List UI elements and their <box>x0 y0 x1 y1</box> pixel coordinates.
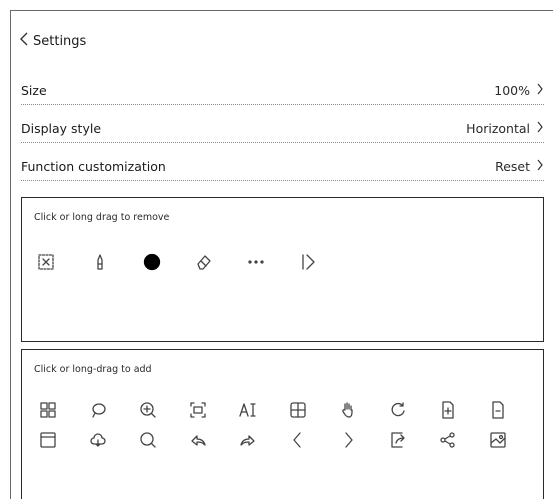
pen-icon[interactable] <box>88 250 112 274</box>
share-icon[interactable] <box>436 428 460 452</box>
previous-icon[interactable] <box>286 428 310 452</box>
page-title: Settings <box>33 33 87 49</box>
page-icon[interactable] <box>486 398 510 422</box>
zoom-in-icon[interactable] <box>136 398 160 422</box>
chevron-left-icon <box>19 31 29 51</box>
back-button[interactable]: Settings <box>19 31 86 51</box>
grid-icon[interactable] <box>36 398 60 422</box>
more-icon[interactable] <box>244 250 268 274</box>
size-label: Size <box>21 83 47 98</box>
refresh-icon[interactable] <box>386 398 410 422</box>
chevron-right-icon <box>530 121 544 136</box>
add-panel: Click or long-drag to add <box>21 349 544 499</box>
search-icon[interactable] <box>136 428 160 452</box>
add-page-icon[interactable] <box>436 398 460 422</box>
remove-panel: Click or long drag to remove <box>21 197 544 342</box>
export-icon[interactable] <box>386 428 410 452</box>
size-value: 100% <box>494 83 530 98</box>
collapse-toolbar-icon[interactable] <box>296 250 320 274</box>
lasso-icon[interactable] <box>86 398 110 422</box>
undo-icon[interactable] <box>186 428 210 452</box>
next-icon[interactable] <box>336 428 360 452</box>
display-style-label: Display style <box>21 121 102 136</box>
lasso-select-icon[interactable] <box>34 250 58 274</box>
image-icon[interactable] <box>486 428 510 452</box>
header: Settings <box>11 11 554 73</box>
add-panel-title: Click or long-drag to add <box>34 364 152 375</box>
ai-text-icon[interactable] <box>236 398 260 422</box>
display-style-row[interactable]: Display style Horizontal <box>21 115 544 143</box>
function-customization-label: Function customization <box>21 159 166 174</box>
chevron-right-icon <box>530 83 544 98</box>
function-customization-row[interactable]: Function customization Reset <box>21 153 544 181</box>
hand-icon[interactable] <box>336 398 360 422</box>
table-icon[interactable] <box>286 398 310 422</box>
reset-button[interactable]: Reset <box>495 159 530 174</box>
redo-icon[interactable] <box>236 428 260 452</box>
display-style-value: Horizontal <box>466 121 530 136</box>
remove-panel-title: Click or long drag to remove <box>34 212 170 223</box>
size-row[interactable]: Size 100% <box>21 77 544 105</box>
fit-frame-icon[interactable] <box>186 398 210 422</box>
settings-screen: Settings Size 100% Display style Horizon… <box>10 10 553 499</box>
eraser-icon[interactable] <box>192 250 216 274</box>
chevron-right-icon <box>530 159 544 174</box>
filled-circle-icon[interactable] <box>140 250 164 274</box>
cloud-icon[interactable] <box>86 428 110 452</box>
save-icon[interactable] <box>36 428 60 452</box>
